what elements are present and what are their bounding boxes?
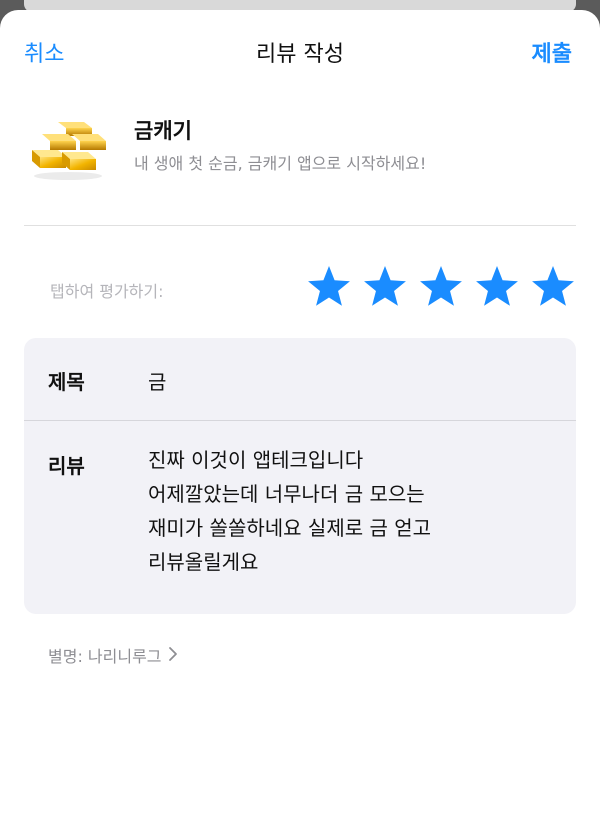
star-icon[interactable] <box>362 264 408 310</box>
review-sheet: 취소 리뷰 작성 제출 금캐기 내 생애 첫 순금, 금캐기 앱으로 시작하세요… <box>0 10 600 821</box>
gold-bars-icon <box>32 122 106 180</box>
app-name: 금캐기 <box>134 119 192 143</box>
star-icon[interactable] <box>530 264 576 310</box>
review-form: 제목 금 리뷰 진짜 이것이 앱테크입니다 어제깔았는데 너무나더 금 모으는 … <box>24 338 576 614</box>
star-icon[interactable] <box>418 264 464 310</box>
app-subtitle: 내 생애 첫 순금, 금캐기 앱으로 시작하세요! <box>134 154 427 173</box>
rating-label: 탭하여 평가하기: <box>50 282 164 301</box>
review-text-line: 어제깔았는데 너무나더 금 모으는 <box>148 482 425 506</box>
review-text-line: 진짜 이것이 앱테크입니다 <box>148 448 364 472</box>
star-icon[interactable] <box>474 264 520 310</box>
nav-bar: 취소 리뷰 작성 제출 <box>0 32 600 72</box>
nickname-row[interactable]: 별명: 나리니루그 <box>48 643 178 667</box>
title-input[interactable]: 금 <box>148 366 166 395</box>
submit-button[interactable]: 제출 <box>532 36 572 68</box>
divider <box>24 225 576 226</box>
page-title: 리뷰 작성 <box>256 42 344 67</box>
review-textarea[interactable]: 진짜 이것이 앱테크입니다 어제깔았는데 너무나더 금 모으는 재미가 쏠쏠하네… <box>148 443 431 579</box>
app-info: 금캐기 내 생애 첫 순금, 금캐기 앱으로 시작하세요! <box>0 110 600 200</box>
nickname-text: 별명: 나리니루그 <box>48 647 162 666</box>
star-icon[interactable] <box>306 264 352 310</box>
review-text-line: 리뷰올릴게요 <box>148 550 259 574</box>
title-field-label: 제목 <box>48 370 85 394</box>
review-text-line: 재미가 쏠쏠하네요 실제로 금 얻고 <box>148 516 432 540</box>
review-field-label: 리뷰 <box>48 454 85 478</box>
form-divider <box>24 420 576 421</box>
chevron-right-icon <box>168 646 178 666</box>
